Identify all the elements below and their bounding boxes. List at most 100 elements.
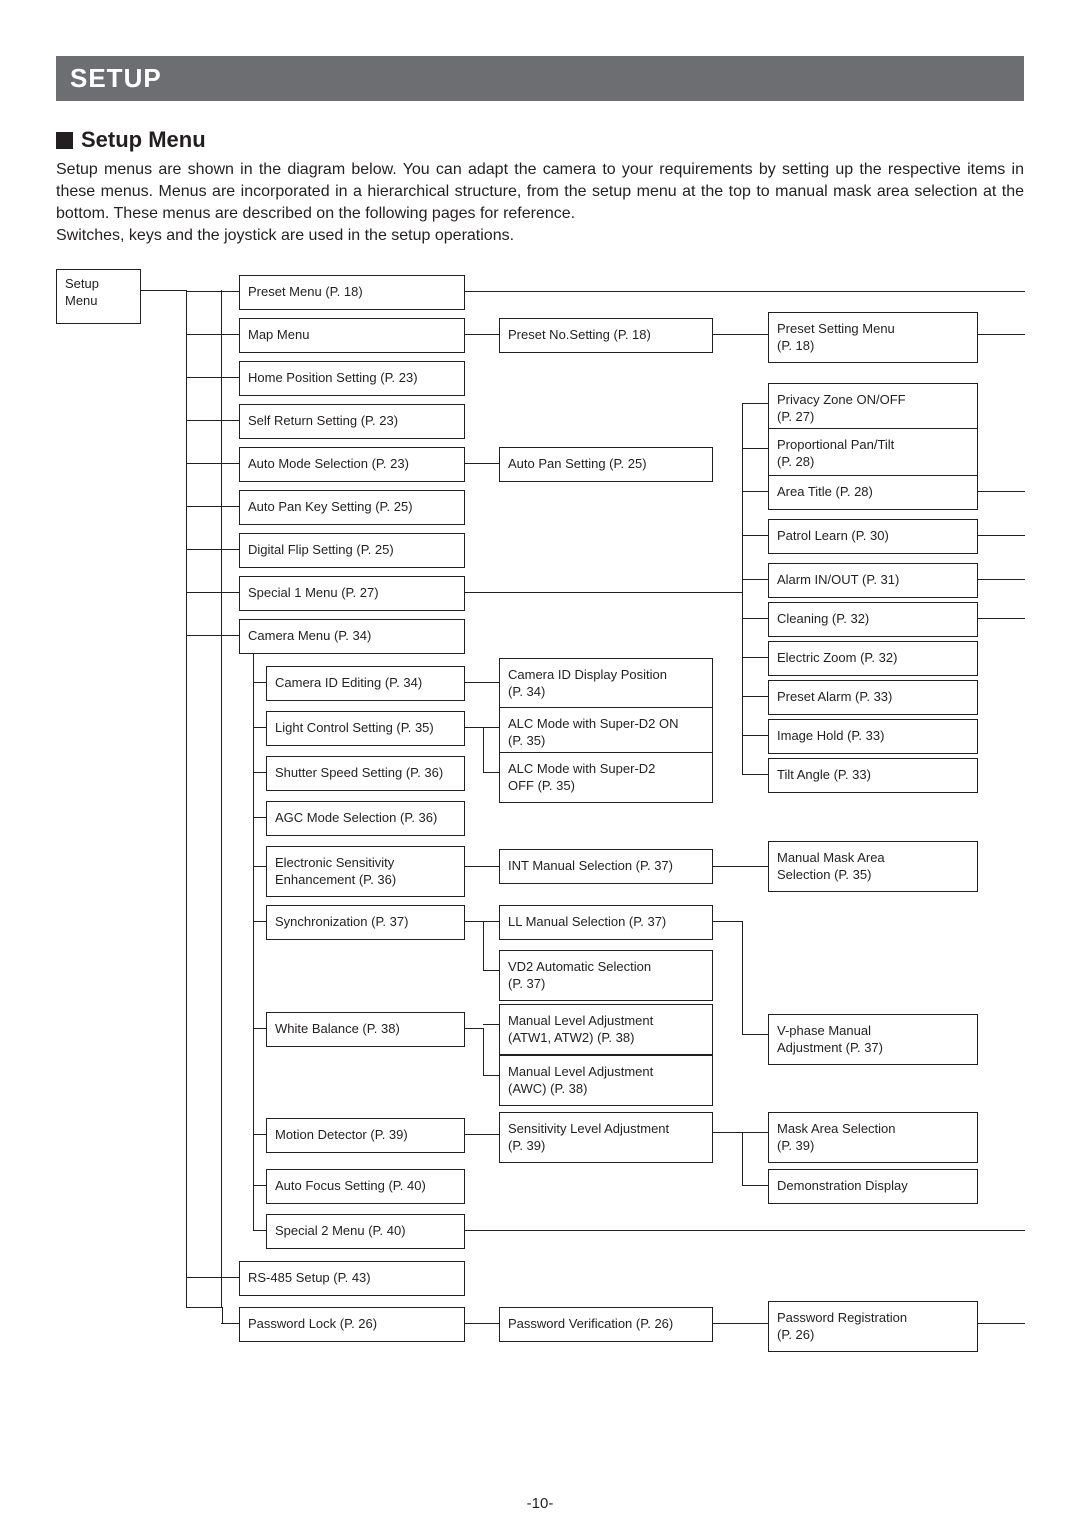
connector [465,1134,499,1135]
connector [742,579,768,580]
connector [483,921,499,922]
preset-menu: Preset Menu (P. 18) [239,275,465,309]
ll-manual: LL Manual Selection (P. 37) [499,905,713,939]
self-return: Self Return Setting (P. 23) [239,404,465,438]
preset-alarm: Preset Alarm (P. 33) [768,680,978,714]
connector [253,1230,266,1231]
page-number: -10- [0,1495,1080,1512]
camera-id-display-pos: Camera ID Display Position (P. 34) [499,658,713,709]
electronic-sensitivity: Electronic Sensitivity Enhancement (P. 3… [266,846,465,897]
int-manual: INT Manual Selection (P. 37) [499,849,713,883]
setup-menu-root: Setup Menu [56,269,141,324]
connector [186,506,239,507]
connector [186,290,187,1307]
sensitivity-level: Sensitivity Level Adjustment (P. 39) [499,1112,713,1163]
connector [465,592,742,593]
alc-d2-off: ALC Mode with Super-D2 OFF (P. 35) [499,752,713,803]
connector [253,772,266,773]
connector [978,535,1025,536]
connector [253,1134,266,1135]
password-verification: Password Verification (P. 26) [499,1307,713,1341]
password-registration: Password Registration (P. 26) [768,1301,978,1352]
connector [465,1323,499,1324]
connector [186,377,239,378]
connector [742,403,768,404]
connector [186,1307,222,1308]
alarm-in-out: Alarm IN/OUT (P. 31) [768,563,978,597]
connector [483,970,499,971]
connector [141,290,186,291]
connector [742,735,768,736]
connector [978,1323,1025,1324]
preset-no-setting: Preset No.Setting (P. 18) [499,318,713,352]
connector [742,491,768,492]
tilt-angle: Tilt Angle (P. 33) [768,758,978,792]
connector [465,1028,483,1029]
special1-menu: Special 1 Menu (P. 27) [239,576,465,610]
connector [465,291,1025,292]
light-control: Light Control Setting (P. 35) [266,711,465,745]
section-title-text: Setup Menu [81,127,206,153]
connector [742,657,768,658]
preset-setting-menu: Preset Setting Menu (P. 18) [768,312,978,363]
setup-title: SETUP [70,63,162,93]
connector [713,1132,742,1133]
connector [742,921,743,1034]
connector [186,592,239,593]
electric-zoom: Electric Zoom (P. 32) [768,641,978,675]
motion-detector: Motion Detector (P. 39) [266,1118,465,1152]
alc-d2-on: ALC Mode with Super-D2 ON (P. 35) [499,707,713,758]
shutter-speed: Shutter Speed Setting (P. 36) [266,756,465,790]
manual-level-awc: Manual Level Adjustment (AWC) (P. 38) [499,1055,713,1106]
agc-mode: AGC Mode Selection (P. 36) [266,801,465,835]
connector [483,921,484,970]
password-lock: Password Lock (P. 26) [239,1307,465,1341]
area-title: Area Title (P. 28) [768,475,978,509]
connector [221,1323,239,1324]
special2-menu: Special 2 Menu (P. 40) [266,1214,465,1248]
connector [222,1307,223,1324]
connector [253,653,254,1230]
connector [742,535,768,536]
privacy-zone: Privacy Zone ON/OFF (P. 27) [768,383,978,434]
connector [253,1185,266,1186]
map-menu: Map Menu [239,318,465,352]
home-position: Home Position Setting (P. 23) [239,361,465,395]
connector [465,682,499,683]
auto-pan-key: Auto Pan Key Setting (P. 25) [239,490,465,524]
cleaning: Cleaning (P. 32) [768,602,978,636]
connector [186,291,239,292]
connector [483,1028,484,1075]
auto-focus: Auto Focus Setting (P. 40) [266,1169,465,1203]
connector [978,334,1025,335]
connector [253,1028,266,1029]
connector [742,1034,768,1035]
rs485-setup: RS-485 Setup (P. 43) [239,1261,465,1295]
camera-menu: Camera Menu (P. 34) [239,619,465,653]
connector [253,866,266,867]
digital-flip: Digital Flip Setting (P. 25) [239,533,465,567]
auto-pan-setting: Auto Pan Setting (P. 25) [499,447,713,481]
connector [742,774,768,775]
square-bullet-icon [56,132,73,149]
connector [713,1323,768,1324]
menu-diagram: Setup Menu Preset Menu (P. 18) Map Menu … [56,269,1024,1359]
connector [253,921,266,922]
connector [186,1277,239,1278]
connector [978,491,1025,492]
connector [221,290,222,1307]
connector [742,618,768,619]
section-title: Setup Menu [56,127,1024,153]
connector [186,635,239,636]
connector [483,727,499,728]
connector [742,696,768,697]
connector [253,682,266,683]
manual-mask-area: Manual Mask Area Selection (P. 35) [768,841,978,892]
connector [713,866,768,867]
connector [742,1132,768,1133]
intro-paragraph: Setup menus are shown in the diagram bel… [56,159,1024,247]
auto-mode-selection: Auto Mode Selection (P. 23) [239,447,465,481]
image-hold: Image Hold (P. 33) [768,719,978,753]
camera-id-editing: Camera ID Editing (P. 34) [266,666,465,700]
white-balance: White Balance (P. 38) [266,1012,465,1046]
